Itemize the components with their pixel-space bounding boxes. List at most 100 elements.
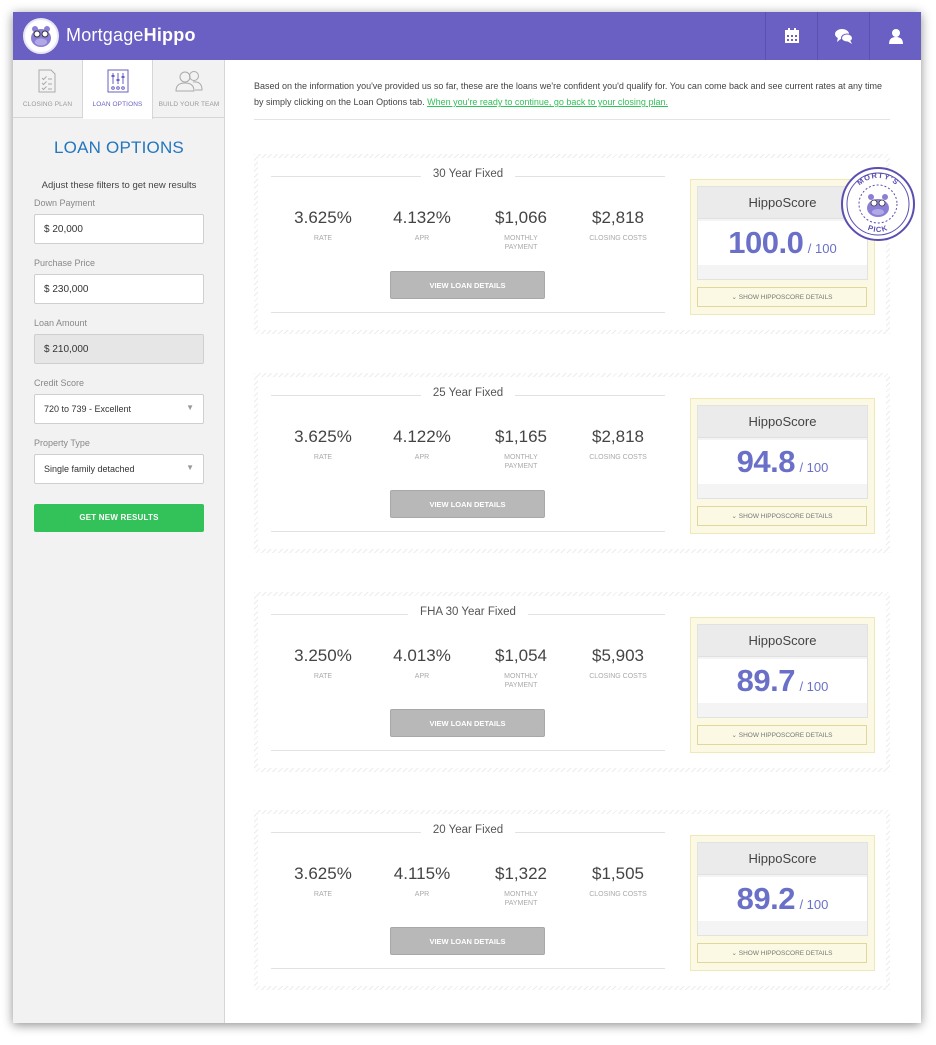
apr-label: APR — [414, 454, 430, 461]
calendar-icon — [784, 28, 799, 43]
hipposcore-value: 89.7 / 100 — [698, 659, 867, 703]
loan-rate: 3.250% — [294, 646, 352, 665]
toggle-label: SHOW HIPPOSCORE DETAILS — [738, 513, 833, 520]
closing-label: CLOSING COSTS — [589, 673, 647, 680]
loan-rate: 3.625% — [294, 208, 352, 227]
apr-label: APR — [414, 891, 430, 898]
view-loan-details-button[interactable]: VIEW LOAN DETAILS — [390, 927, 545, 955]
closing-label: CLOSING COSTS — [589, 235, 647, 242]
tab-label: CLOSING PLAN — [22, 101, 73, 108]
account-button[interactable] — [869, 12, 921, 60]
property-type-select[interactable]: Single family detached ▼ — [34, 454, 204, 484]
view-loan-details-button[interactable]: VIEW LOAN DETAILS — [390, 271, 545, 299]
show-hipposcore-details-button[interactable]: ⌄ SHOW HIPPOSCORE DETAILS — [697, 506, 867, 526]
loan-card: FHA 30 Year Fixed 3.250% RATE 4.013% APR $… — [254, 592, 890, 772]
show-hipposcore-details-button[interactable]: ⌄ SHOW HIPPOSCORE DETAILS — [697, 725, 867, 745]
score-number: 94.8 — [736, 444, 796, 479]
top-navbar: MortgageHippo — [13, 12, 921, 60]
calendar-button[interactable] — [765, 12, 817, 60]
brand-name[interactable]: MortgageHippo — [66, 25, 196, 46]
checklist-icon — [38, 69, 56, 93]
down-payment-label: Down Payment — [34, 198, 96, 208]
score-number: 89.2 — [736, 881, 796, 916]
apr-label: APR — [414, 673, 430, 680]
apr-label: APR — [414, 235, 430, 242]
monthly-label: MONTHLY PAYMENT — [504, 673, 538, 689]
mortys-pick-badge-icon: MORTY'S PICK — [841, 167, 915, 241]
toggle-label: SHOW HIPPOSCORE DETAILS — [738, 732, 833, 739]
credit-score-value: 720 to 739 - Excellent — [44, 404, 132, 414]
score-number: 100.0 — [728, 225, 804, 260]
chevron-down-icon: ⌄ — [731, 950, 739, 957]
loan-title: FHA 30 Year Fixed — [408, 606, 528, 618]
loan-monthly-payment: $1,322 — [495, 864, 547, 883]
score-number: 89.7 — [736, 663, 796, 698]
rate-label: RATE — [313, 235, 333, 242]
purchase-price-label: Purchase Price — [34, 258, 96, 268]
loan-title: 20 Year Fixed — [420, 824, 516, 836]
closing-label: CLOSING COSTS — [589, 891, 647, 898]
closing-plan-link[interactable]: When you're ready to continue, go back t… — [427, 97, 668, 107]
loan-amount-label: Loan Amount — [34, 318, 88, 328]
hipposcore-value: 94.8 / 100 — [698, 440, 867, 484]
property-type-value: Single family detached — [44, 464, 135, 474]
hipposcore-box: HippoScore 89.2 / 100 ⌄ SHOW HIPPOSCORE … — [690, 835, 875, 971]
get-new-results-button[interactable]: GET NEW RESULTS — [34, 504, 204, 532]
chevron-down-icon: ⌄ — [731, 294, 739, 301]
hipposcore-value: 89.2 / 100 — [698, 877, 867, 921]
tab-closing-plan[interactable]: CLOSING PLAN — [13, 60, 83, 118]
loan-monthly-payment: $1,165 — [495, 427, 547, 446]
credit-score-label: Credit Score — [34, 378, 85, 388]
tab-build-your-team[interactable]: BUILD YOUR TEAM — [153, 60, 225, 118]
sidebar-title: LOAN OPTIONS — [54, 138, 184, 157]
dropdown-arrow-icon: ▼ — [186, 463, 194, 472]
user-icon — [888, 29, 903, 44]
sidebar: CLOSING PLAN LOAN OPTIONS BUILD YOUR TEA… — [13, 60, 225, 1023]
loan-monthly-payment: $1,066 — [495, 208, 547, 227]
score-max: / 100 — [807, 241, 837, 256]
loan-closing-costs: $2,818 — [592, 208, 644, 227]
view-loan-details-button[interactable]: VIEW LOAN DETAILS — [390, 490, 545, 518]
monthly-label: MONTHLY PAYMENT — [504, 891, 538, 907]
tab-label: LOAN OPTIONS — [92, 101, 143, 108]
credit-score-select[interactable]: 720 to 739 - Excellent ▼ — [34, 394, 204, 424]
loan-title: 25 Year Fixed — [420, 387, 516, 399]
view-loan-details-button[interactable]: VIEW LOAN DETAILS — [390, 709, 545, 737]
loan-apr: 4.013% — [393, 646, 451, 665]
show-hipposcore-details-button[interactable]: ⌄ SHOW HIPPOSCORE DETAILS — [697, 943, 867, 963]
purchase-price-input[interactable]: $ 230,000 — [34, 274, 204, 304]
loan-amount-field: $ 210,000 — [34, 334, 204, 364]
tab-label: BUILD YOUR TEAM — [158, 101, 220, 108]
show-hipposcore-details-button[interactable]: ⌄ SHOW HIPPOSCORE DETAILS — [697, 287, 867, 307]
score-max: / 100 — [799, 679, 829, 694]
loan-apr: 4.132% — [393, 208, 451, 227]
loan-apr: 4.122% — [393, 427, 451, 446]
loan-title: 30 Year Fixed — [420, 168, 516, 180]
loan-rate: 3.625% — [294, 864, 352, 883]
brand-light-text: Mortgage — [66, 25, 144, 45]
team-icon — [175, 71, 203, 92]
hipposcore-box: HippoScore 89.7 / 100 ⌄ SHOW HIPPOSCORE … — [690, 617, 875, 753]
rate-label: RATE — [313, 673, 333, 680]
dropdown-arrow-icon: ▼ — [186, 403, 194, 412]
sidebar-tabs: CLOSING PLAN LOAN OPTIONS BUILD YOUR TEA… — [13, 60, 225, 119]
intro-text: Based on the information you've provided… — [254, 78, 894, 110]
chat-icon — [834, 29, 853, 44]
chat-button[interactable] — [817, 12, 869, 60]
down-payment-input[interactable]: $ 20,000 — [34, 214, 204, 244]
hippo-logo-icon[interactable] — [23, 18, 59, 54]
app-window: MortgageHippo CLOSING PLAN LOAN OPTIONS … — [13, 12, 921, 1023]
loan-apr: 4.115% — [393, 864, 451, 883]
rate-label: RATE — [313, 891, 333, 898]
loan-rate: 3.625% — [294, 427, 352, 446]
tab-loan-options[interactable]: LOAN OPTIONS — [83, 60, 153, 119]
hipposcore-heading: HippoScore — [698, 625, 867, 657]
closing-label: CLOSING COSTS — [589, 454, 647, 461]
loan-closing-costs: $2,818 — [592, 427, 644, 446]
toggle-label: SHOW HIPPOSCORE DETAILS — [738, 294, 833, 301]
toggle-label: SHOW HIPPOSCORE DETAILS — [738, 950, 833, 957]
sliders-icon — [107, 69, 129, 93]
loan-closing-costs: $5,903 — [592, 646, 644, 665]
score-max: / 100 — [799, 460, 829, 475]
chevron-down-icon: ⌄ — [731, 513, 739, 520]
